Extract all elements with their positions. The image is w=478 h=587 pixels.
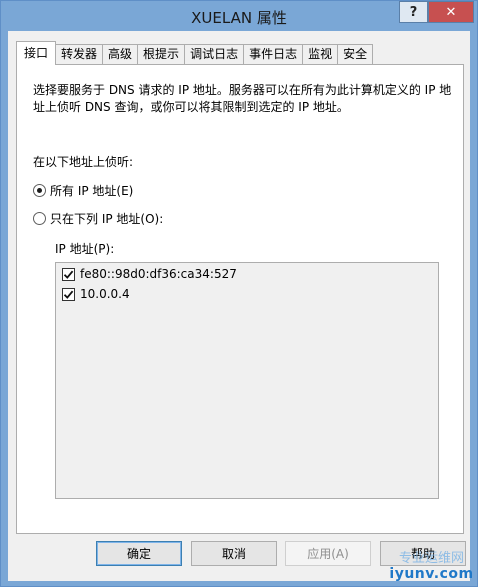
dialog-client-area: 接口 转发器 高级 根提示 调试日志 事件日志 监视 安全 选择要服务于 DNS…	[8, 31, 470, 581]
tab-root-hints[interactable]: 根提示	[138, 44, 186, 65]
radio-only-ip[interactable]: 只在下列 IP 地址(O):	[33, 210, 163, 227]
title-bar[interactable]: XUELAN 属性 ? ✕	[1, 1, 477, 31]
tab-interfaces[interactable]: 接口	[16, 41, 57, 65]
list-item[interactable]: 10.0.0.4	[62, 287, 130, 301]
tab-forwarders[interactable]: 转发器	[56, 44, 104, 65]
listen-label: 在以下地址上侦听:	[33, 155, 134, 169]
ip-address-text: fe80::98d0:df36:ca34:527	[80, 267, 237, 281]
radio-only-ip-label: 只在下列 IP 地址(O):	[50, 212, 164, 226]
checkbox-checked[interactable]	[62, 267, 75, 281]
ip-address-text: 10.0.0.4	[80, 287, 130, 301]
check-icon	[63, 290, 74, 299]
interfaces-panel: 选择要服务于 DNS 请求的 IP 地址。服务器可以在所有为此计算机定义的 IP…	[16, 64, 464, 534]
help-title-button[interactable]: ?	[399, 1, 428, 23]
checkbox-checked[interactable]	[62, 287, 75, 301]
close-button[interactable]: ✕	[428, 1, 474, 23]
radio-button-checked[interactable]	[33, 184, 46, 197]
tab-monitoring[interactable]: 监视	[303, 44, 339, 65]
ok-button[interactable]: 确定	[96, 541, 182, 566]
tab-advanced[interactable]: 高级	[103, 44, 139, 65]
check-icon	[63, 270, 74, 279]
ip-address-label: IP 地址(P):	[55, 242, 115, 256]
tab-strip: 接口 转发器 高级 根提示 调试日志 事件日志 监视 安全	[16, 41, 374, 65]
properties-window: XUELAN 属性 ? ✕ 接口 转发器 高级 根提示 调试日志 事件日志 监视…	[0, 0, 478, 587]
dialog-buttons: 确定 取消 应用(A) 帮助	[8, 541, 470, 571]
cancel-button[interactable]: 取消	[191, 541, 277, 566]
list-item[interactable]: fe80::98d0:df36:ca34:527	[62, 267, 237, 281]
radio-all-ip[interactable]: 所有 IP 地址(E)	[33, 182, 133, 199]
help-button[interactable]: 帮助	[380, 541, 466, 566]
tab-security[interactable]: 安全	[338, 44, 374, 65]
description-text: 选择要服务于 DNS 请求的 IP 地址。服务器可以在所有为此计算机定义的 IP…	[33, 83, 452, 114]
radio-all-ip-label: 所有 IP 地址(E)	[50, 184, 134, 198]
ip-address-list[interactable]: fe80::98d0:df36:ca34:527 10.0.0.4	[55, 262, 439, 499]
tab-event-logging[interactable]: 事件日志	[244, 44, 304, 65]
radio-button-unchecked[interactable]	[33, 212, 46, 225]
apply-button[interactable]: 应用(A)	[285, 541, 371, 566]
tab-debug-logging[interactable]: 调试日志	[185, 44, 245, 65]
